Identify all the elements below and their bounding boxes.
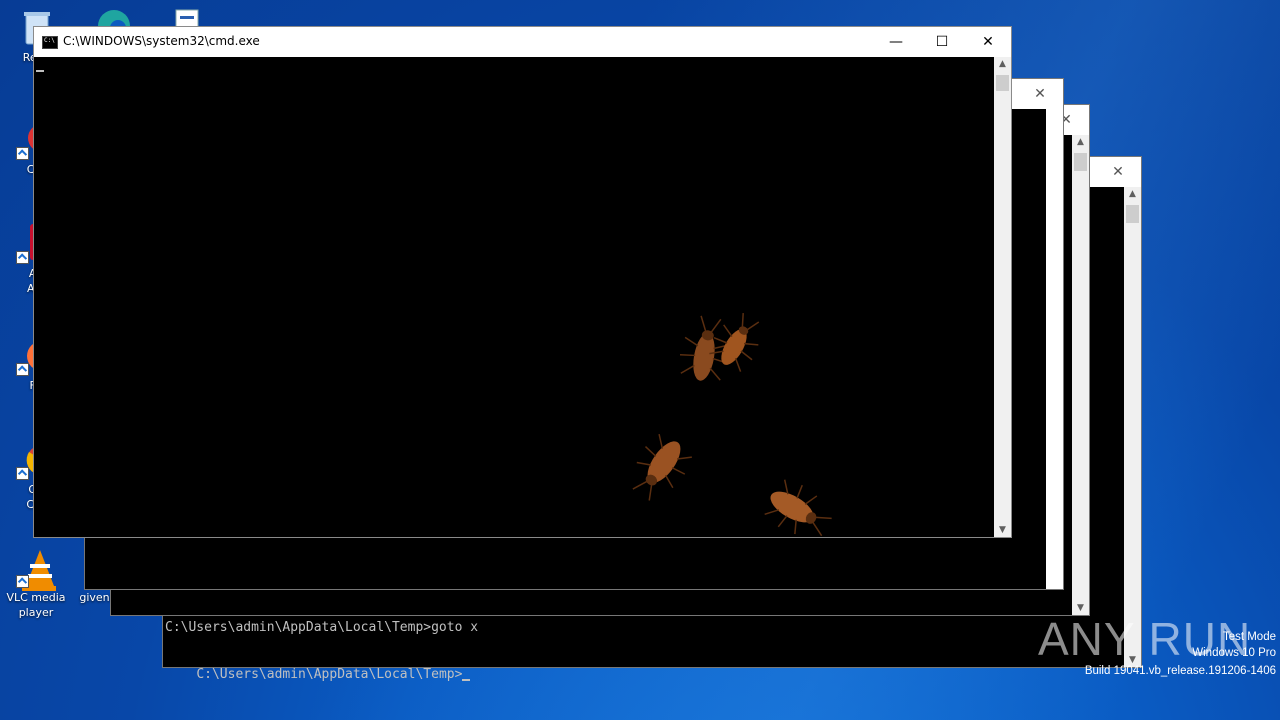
cockroach-icon <box>709 313 760 372</box>
console-area[interactable] <box>34 57 994 537</box>
window-titlebar[interactable]: C:\WINDOWS\system32\cmd.exe — ☐ ✕ <box>34 27 1011 57</box>
vertical-scrollbar[interactable]: ▲ ▼ <box>994 57 1011 537</box>
os-version-label: Windows 10 Pro <box>1192 647 1276 659</box>
console-line: C:\Users\admin\AppData\Local\Temp>goto x <box>165 620 479 635</box>
cmd-icon <box>42 36 58 49</box>
console-prompt: C:\Users\admin\AppData\Local\Temp> <box>196 667 463 682</box>
vlc-icon <box>16 548 58 591</box>
close-icon: ✕ <box>982 34 994 50</box>
build-label: Build 19041.vb_release.191206-1406 <box>1084 665 1276 677</box>
close-icon: ✕ <box>1034 86 1046 102</box>
shortcut-arrow-icon <box>16 147 29 160</box>
shortcut-arrow-icon <box>16 363 29 376</box>
text-cursor <box>462 679 471 681</box>
minimize-icon: — <box>889 34 903 50</box>
vertical-scrollbar[interactable]: ▲ ▼ <box>1124 187 1141 667</box>
scroll-up-arrow-icon[interactable]: ▲ <box>1124 187 1141 201</box>
shortcut-arrow-icon <box>16 575 29 588</box>
cockroach-overlay <box>632 313 832 537</box>
minimize-button[interactable]: — <box>873 27 919 57</box>
console-prompt-line: C:\Users\admin\AppData\Local\Temp> <box>165 652 471 697</box>
maximize-icon: ☐ <box>935 34 949 50</box>
maximize-button[interactable]: ☐ <box>919 27 965 57</box>
scroll-thumb[interactable] <box>1126 205 1139 223</box>
scroll-thumb[interactable] <box>1074 153 1087 171</box>
scroll-up-arrow-icon[interactable]: ▲ <box>994 57 1011 71</box>
scroll-thumb[interactable] <box>996 75 1009 91</box>
desktop-icon-label-line2: player <box>18 606 54 619</box>
scroll-up-arrow-icon[interactable]: ▲ <box>1072 135 1089 149</box>
cockroach-icon <box>764 479 832 537</box>
close-icon: ✕ <box>1112 164 1124 180</box>
cmd-window-main[interactable]: C:\WINDOWS\system32\cmd.exe — ☐ ✕ <box>33 26 1012 538</box>
close-button[interactable]: ✕ <box>1095 157 1141 187</box>
close-button[interactable]: ✕ <box>1017 79 1063 109</box>
vertical-scrollbar[interactable]: ▲ ▼ <box>1072 135 1089 615</box>
cockroach-icon <box>632 433 692 501</box>
close-button[interactable]: ✕ <box>965 27 1011 57</box>
test-mode-label: Test Mode <box>1222 631 1276 643</box>
shortcut-arrow-icon <box>16 251 29 264</box>
scroll-down-arrow-icon[interactable]: ▼ <box>994 523 1011 537</box>
window-title: C:\WINDOWS\system32\cmd.exe <box>63 34 260 48</box>
shortcut-arrow-icon <box>16 467 29 480</box>
